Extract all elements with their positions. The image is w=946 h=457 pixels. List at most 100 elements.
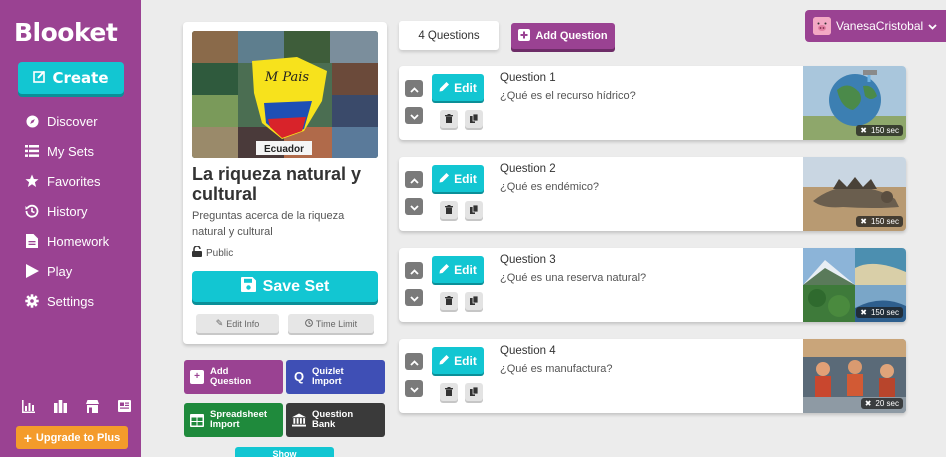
sidebar-item-discover[interactable]: Discover	[0, 106, 141, 136]
sidebar-item-homework[interactable]: Homework	[0, 226, 141, 256]
edit-info-button[interactable]: ✎ Edit Info	[196, 314, 279, 333]
news-icon[interactable]	[118, 400, 131, 413]
add-question-button[interactable]: Add Question	[511, 23, 615, 49]
sidebar-item-favorites[interactable]: Favorites	[0, 166, 141, 196]
chevron-down-icon	[409, 107, 419, 125]
duplicate-button[interactable]	[465, 110, 483, 128]
unlock-icon	[192, 245, 202, 260]
history-icon	[25, 204, 39, 218]
stats-icon[interactable]	[22, 400, 35, 413]
time-badge: ✖ 150 sec	[856, 307, 903, 318]
trash-icon	[445, 201, 453, 219]
sidebar-nav: Discover My Sets Favorites History Homew…	[0, 106, 141, 316]
move-up-button[interactable]	[405, 353, 423, 370]
blooket-logo[interactable]: Blooket	[14, 18, 118, 47]
bank-icon	[292, 413, 306, 427]
delete-button[interactable]	[440, 201, 458, 219]
pencil-icon	[439, 81, 450, 95]
edit-label: Edit	[454, 171, 477, 186]
chevron-up-icon	[409, 262, 419, 280]
copy-icon	[470, 383, 479, 401]
question-label: Question 4	[500, 345, 556, 357]
question-image[interactable]: ✖ 150 sec	[803, 157, 906, 231]
edit-icon: ✎	[215, 318, 224, 328]
star-icon	[25, 174, 39, 188]
blooks-icon[interactable]	[54, 400, 67, 413]
save-set-button[interactable]: Save Set	[192, 271, 378, 302]
move-down-button[interactable]	[405, 198, 423, 215]
sidebar-item-label: Favorites	[47, 173, 101, 189]
save-icon	[240, 276, 256, 297]
edit-label: Edit	[454, 262, 477, 277]
copy-icon	[470, 292, 479, 310]
sidebar-item-label: My Sets	[47, 143, 94, 159]
user-menu[interactable]: VanesaCristobal	[805, 10, 946, 42]
chevron-up-icon	[409, 171, 419, 189]
move-down-button[interactable]	[405, 289, 423, 306]
compass-icon	[25, 114, 39, 128]
edit-icon	[33, 69, 46, 87]
question-image[interactable]: ✖ 20 sec	[803, 339, 906, 413]
cover-badge: M Pais	[264, 70, 310, 85]
market-icon[interactable]	[86, 400, 99, 413]
move-up-button[interactable]	[405, 262, 423, 279]
sidebar-item-play[interactable]: Play	[0, 256, 141, 286]
duplicate-button[interactable]	[465, 383, 483, 401]
move-up-button[interactable]	[405, 80, 423, 97]
edit-label: Edit	[454, 353, 477, 368]
sidebar-item-label: Settings	[47, 293, 94, 309]
plus-icon	[518, 28, 531, 44]
duplicate-button[interactable]	[465, 292, 483, 310]
move-down-button[interactable]	[405, 107, 423, 124]
time-limit-label: Time Limit	[315, 318, 358, 329]
create-label: Create	[52, 69, 109, 87]
move-down-button[interactable]	[405, 380, 423, 397]
visibility-label: Public	[206, 247, 234, 259]
edit-question-button[interactable]: Edit	[432, 256, 484, 283]
question-card: Edit Question 1 ¿Qué es el recurso hídri…	[399, 66, 906, 140]
edit-question-button[interactable]: Edit	[432, 165, 484, 192]
delete-button[interactable]	[440, 292, 458, 310]
time-label: 150 sec	[870, 217, 899, 226]
spreadsheet-icon	[190, 413, 204, 427]
shuffle-icon: ✖	[860, 308, 867, 317]
time-label: 150 sec	[870, 126, 899, 135]
edit-question-button[interactable]: Edit	[432, 347, 484, 374]
delete-button[interactable]	[440, 110, 458, 128]
chevron-up-icon	[409, 80, 419, 98]
show-button[interactable]: Show	[235, 447, 334, 457]
play-icon	[25, 264, 39, 278]
question-image[interactable]: ✖ 150 sec	[803, 66, 906, 140]
edit-info-label: Edit Info	[226, 318, 260, 329]
time-badge: ✖ 150 sec	[856, 216, 903, 227]
set-info-card: M Pais Ecuador La riqueza natural y cult…	[183, 22, 387, 344]
import-label: Quizlet Import	[312, 366, 344, 387]
clock-icon	[305, 318, 313, 329]
set-cover-image[interactable]: M Pais Ecuador	[192, 31, 378, 158]
sidebar-item-label: Discover	[47, 113, 98, 129]
question-text: ¿Qué es una reserva natural?	[500, 272, 647, 284]
time-badge: ✖ 20 sec	[860, 398, 903, 409]
question-bank-button[interactable]: Question Bank	[286, 403, 385, 437]
move-up-button[interactable]	[405, 171, 423, 188]
sidebar-item-settings[interactable]: Settings	[0, 286, 141, 316]
shuffle-icon: ✖	[864, 399, 872, 408]
duplicate-button[interactable]	[465, 201, 483, 219]
question-image[interactable]: ✖ 150 sec	[803, 248, 906, 322]
sidebar-item-my-sets[interactable]: My Sets	[0, 136, 141, 166]
time-limit-button[interactable]: Time Limit	[288, 314, 374, 333]
quizlet-import-button[interactable]: Q Quizlet Import	[286, 360, 385, 394]
cover-label: Ecuador	[264, 144, 304, 155]
delete-button[interactable]	[440, 383, 458, 401]
create-button[interactable]: Create	[18, 62, 124, 94]
spreadsheet-import-button[interactable]: Spreadsheet Import	[184, 403, 283, 437]
add-question-import-button[interactable]: + Add Question	[184, 360, 283, 394]
sidebar-item-history[interactable]: History	[0, 196, 141, 226]
list-icon	[25, 144, 39, 158]
sidebar-item-label: History	[47, 203, 88, 219]
edit-question-button[interactable]: Edit	[432, 74, 484, 101]
trash-icon	[445, 292, 453, 310]
visibility-status[interactable]: Public	[192, 245, 234, 260]
upgrade-button[interactable]: + Upgrade to Plus	[16, 426, 128, 449]
username: VanesaCristobal	[836, 19, 924, 33]
